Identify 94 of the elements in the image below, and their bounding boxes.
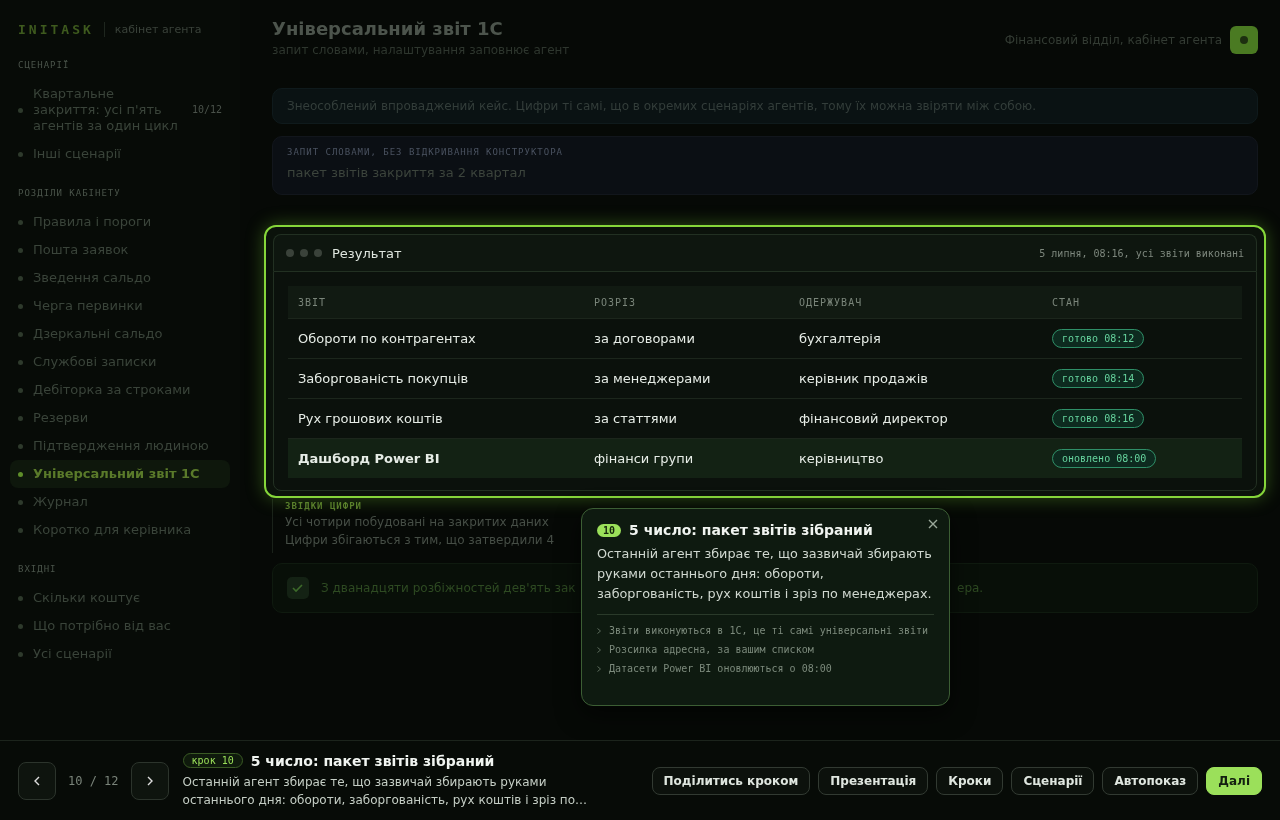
bullet-icon [18, 623, 23, 629]
table-row[interactable]: Заборгованість покупців за менеджерами керівник продажів готово 08:14 [288, 358, 1242, 398]
bullet-icon [18, 303, 23, 309]
status-badge: готово 08:16 [1052, 409, 1145, 428]
bullet-icon [18, 443, 23, 449]
table-cell-text: Дашборд Power BI [298, 451, 441, 466]
source-text: Цифри збігаються з тим, що затвердили 4 [285, 532, 556, 549]
bullet-icon [18, 651, 23, 657]
tooltip-point: Датасети Power BI оновлюються о 08:00 [609, 662, 832, 676]
step-title: 5 число: пакет звітів зібраний [250, 752, 495, 769]
table-cell-text: за статтями [594, 411, 678, 426]
sidebar-item[interactable]: Універсальний звіт 1С [10, 460, 230, 488]
sidebar-item[interactable]: Пошта заявок [10, 236, 230, 264]
bullet-icon [18, 107, 23, 113]
chevron-icon [597, 628, 601, 634]
column-header: СТАН [1052, 296, 1082, 308]
table-cell-text: Рух грошових коштів [298, 411, 444, 426]
sidebar-item[interactable]: Коротко для керівника [10, 516, 230, 544]
section-title: СЦЕНАРІЇ [17, 60, 71, 72]
table-cell-text: фінанси групи [594, 451, 695, 466]
sidebar-item[interactable]: Що потрібно від вас [10, 612, 230, 640]
sidebar-item[interactable]: Дебіторка за строками [10, 376, 230, 404]
table-cell-text: керівник продажів [799, 371, 929, 386]
footer-button[interactable]: Автопоказ [1102, 766, 1199, 795]
bullet-icon [18, 595, 23, 601]
column-header: ОДЕРЖУВАЧ [799, 296, 864, 308]
note-text: ера. [957, 581, 984, 595]
sidebar-item[interactable]: Інші сценарії [10, 140, 230, 168]
window-dots-icon [286, 249, 324, 257]
sidebar-item[interactable]: Скільки коштує [10, 584, 230, 612]
chevron-left-icon [34, 775, 40, 786]
section-title: РОЗДІЛИ КАБІНЕТУ [17, 188, 122, 200]
sidebar-item[interactable]: Резерви [10, 404, 230, 432]
status-badge: готово 08:14 [1052, 369, 1145, 388]
table-row[interactable]: Обороти по контрагентах за договорами бухгалтерія готово 08:12 [288, 318, 1242, 358]
bullet-icon [18, 415, 23, 421]
bullet-icon [18, 387, 23, 393]
bullet-icon [18, 331, 23, 337]
sidebar-item[interactable]: Дзеркальні сальдо [10, 320, 230, 348]
tooltip-point: Звіти виконуються в 1С, це ті самі універсальні звіти [609, 624, 929, 638]
section-title: ВХІДНІ [17, 564, 58, 576]
status-badge: оновлено 08:00 [1052, 449, 1157, 468]
bullet-icon [18, 219, 23, 225]
bullet-icon [18, 275, 23, 281]
close-icon[interactable] [928, 519, 938, 529]
table-cell-text: Обороти по контрагентах [298, 331, 477, 346]
sidebar-item[interactable]: Усі сценарії [10, 640, 230, 668]
step-description: Останній агент збирає те, що зазвичай збирають руками останнього дня: обороти, заборгованість, рух коштів і зріз по… [182, 773, 589, 809]
status-badge: готово 08:12 [1052, 329, 1145, 348]
sidebar-item[interactable]: Черга первинки [10, 292, 230, 320]
footer-button[interactable]: Кроки [936, 766, 1004, 795]
chevron-icon [597, 666, 601, 672]
footer-button[interactable]: Презентація [818, 766, 929, 795]
tooltip-point: Розсилка адресна, за вашим списком [609, 643, 814, 657]
bullet-icon [18, 471, 23, 477]
step-counter: 10 / 12 [68, 773, 119, 788]
table-cell-text: за договорами [594, 331, 696, 346]
result-title: Результат [332, 245, 402, 261]
bullet-icon [18, 247, 23, 253]
source-title: ЗВІДКИ ЦИФРИ [285, 500, 364, 513]
chevron-icon [597, 647, 601, 653]
tooltip-text: Останній агент збирає те, що зазвичай збирають руками останнього дня: обороти, заборгованість, рух коштів і зріз по менеджерах. [597, 545, 933, 603]
table-cell-text: бухгалтерія [799, 331, 882, 346]
footer-button[interactable]: Поділитись кроком [651, 766, 811, 795]
bullet-icon [18, 527, 23, 533]
sidebar-item[interactable]: Журнал [10, 488, 230, 516]
column-header: ЗВІТ [298, 296, 328, 308]
sidebar-item[interactable]: Квартальне закриття: усі п'ять агентів за один цикл 10/12 [10, 80, 230, 140]
page-title: Універсальний звіт 1С [272, 18, 504, 39]
avatar-icon[interactable] [1230, 26, 1258, 54]
step-badge: 10 [597, 523, 622, 537]
table-cell-text: керівництво [799, 451, 885, 466]
result-meta: 5 липня, 08:16, усі звіти виконані [1039, 247, 1244, 259]
sidebar-item[interactable]: Службові записки [10, 348, 230, 376]
note-text: З дванадцяти розбіжностей дев'ять зак [321, 581, 577, 595]
footer-button[interactable]: Сценарії [1011, 766, 1095, 795]
table-cell-text: фінансовий директор [799, 411, 949, 426]
source-text: Усі чотири побудовані на закритих даних [285, 514, 550, 531]
tooltip-title: 5 число: пакет звітів зібраний [629, 522, 873, 538]
check-icon [287, 577, 309, 599]
bullet-icon [18, 151, 23, 157]
bullet-icon [18, 499, 23, 505]
sidebar-item[interactable]: Зведення сальдо [10, 264, 230, 292]
footer-button[interactable]: Далі [1206, 766, 1262, 795]
column-header: РОЗРІЗ [594, 296, 638, 308]
table-cell-text: Заборгованість покупців [298, 371, 470, 386]
chevron-right-icon [146, 775, 153, 786]
sidebar-item[interactable]: Підтвердження людиною [10, 432, 230, 460]
logo: INITASK [18, 21, 105, 37]
table-row[interactable]: Дашборд Power BI фінанси групи керівництво оновлено 08:00 [288, 438, 1242, 478]
table-cell-text: за менеджерами [594, 371, 712, 386]
bullet-icon [18, 359, 23, 365]
query-label: ЗАПИТ СЛОВАМИ, БЕЗ ВІДКРИВАННЯ КОНСТРУКТОРА [287, 147, 564, 157]
step-tag: крок 10 [182, 753, 243, 768]
